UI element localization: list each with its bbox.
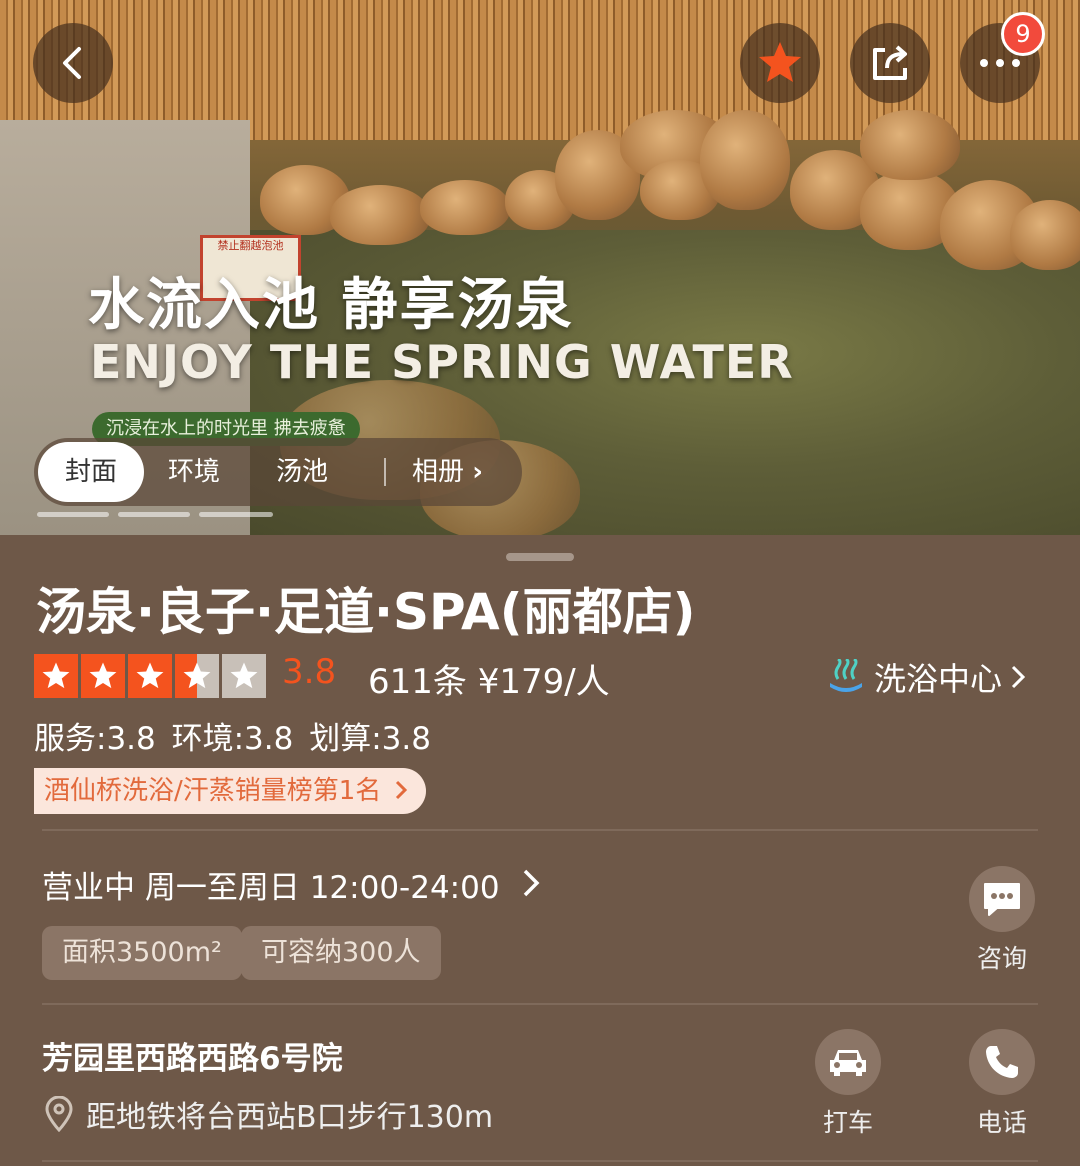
phone-button[interactable] (969, 1029, 1035, 1095)
rock (330, 185, 430, 245)
area-tag: 面积3500m² (42, 926, 242, 980)
star-icon (128, 654, 172, 698)
location-pin-icon (45, 1096, 73, 1132)
hero-headline-en: ENJOY THE SPRING WATER (90, 335, 794, 389)
warning-sign-text: 禁止翻越泡池 (217, 239, 284, 252)
capacity-tag: 可容纳300人 (241, 926, 441, 980)
chevron-right-icon[interactable] (522, 868, 540, 898)
taxi-label: 打车 (822, 1108, 873, 1137)
tab-cover[interactable]: 封面 (38, 442, 144, 502)
star-icon (759, 42, 801, 82)
rating-score: 3.8 (282, 652, 337, 692)
phone-label: 电话 (976, 1108, 1027, 1137)
more-dots-icon (980, 59, 1020, 67)
hot-spring-icon (830, 659, 862, 692)
rock (700, 110, 790, 210)
gallery-tabs: 封面 环境 汤池 相册 › (34, 438, 522, 506)
share-icon (873, 45, 907, 80)
star-half-icon (175, 654, 219, 698)
divider (42, 829, 1038, 831)
chat-icon (984, 883, 1020, 916)
chevron-right-icon (395, 780, 407, 800)
back-button[interactable] (33, 23, 113, 103)
rock (860, 110, 960, 180)
hero-headline-cn: 水流入池 静享汤泉 (88, 273, 574, 338)
car-icon (830, 1050, 866, 1076)
consult-button[interactable] (969, 866, 1035, 932)
chevron-right-icon: › (472, 457, 483, 487)
business-hours[interactable]: 营业中 周一至周日 12:00-24:00 (42, 862, 500, 907)
tab-divider (384, 458, 386, 486)
back-arrow-icon (63, 47, 81, 79)
carousel-indicator (118, 512, 190, 517)
consult-label: 咨询 (976, 944, 1027, 973)
metro-text: 距地铁将台西站B口步行130m (86, 1100, 494, 1135)
tab-album-label: 相册 (412, 457, 465, 487)
star-empty-icon (222, 654, 266, 698)
chevron-right-icon (1011, 665, 1026, 689)
rank-label: 酒仙桥洗浴/汗蒸销量榜第1名 (44, 776, 382, 806)
category-link[interactable]: 洗浴中心 (826, 654, 1026, 700)
favorite-button[interactable] (740, 23, 820, 103)
share-button[interactable] (850, 23, 930, 103)
star-icon (81, 654, 125, 698)
tab-pools[interactable]: 汤池 (276, 438, 328, 506)
notification-badge: 9 (1001, 12, 1045, 56)
tab-environment[interactable]: 环境 (168, 438, 220, 506)
star-icon (34, 654, 78, 698)
drag-handle[interactable] (506, 553, 574, 561)
phone-icon (986, 1046, 1018, 1078)
sub-scores: 服务:3.8 环境:3.8 划算:3.8 (34, 721, 431, 757)
address[interactable]: 芳园里西路西路6号院 (42, 1033, 343, 1078)
star-rating (34, 654, 266, 698)
category-label: 洗浴中心 (874, 660, 1003, 698)
taxi-button[interactable] (815, 1029, 881, 1095)
divider (42, 1160, 1038, 1162)
divider (42, 1003, 1038, 1005)
shop-title: 汤泉·良子·足道·SPA(丽都店) (36, 583, 696, 641)
metro-distance: 距地铁将台西站B口步行130m (44, 1092, 493, 1136)
tab-album[interactable]: 相册 › (412, 438, 483, 506)
rock (1010, 200, 1080, 270)
rank-badge[interactable]: 酒仙桥洗浴/汗蒸销量榜第1名 (34, 768, 426, 814)
carousel-indicator (199, 512, 273, 517)
reviews-price[interactable]: 611条 ¥179/人 (368, 654, 610, 703)
carousel-indicator (37, 512, 109, 517)
rock (420, 180, 510, 235)
